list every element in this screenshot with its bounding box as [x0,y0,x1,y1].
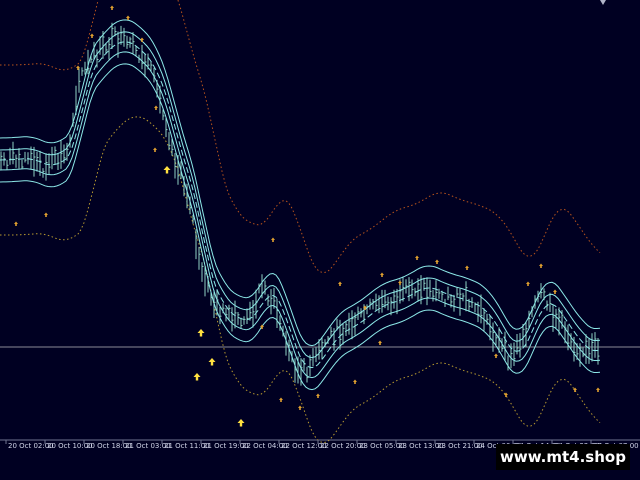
watermark: www.mt4.shop [496,444,630,470]
chart-background [0,0,640,480]
triangle-marker-icon[interactable] [600,0,606,6]
price-chart-window[interactable]: 20 Oct 02:00 20 Oct 10:00 20 Oct 18:00 21 O… [0,0,640,480]
price-chart[interactable] [0,0,640,480]
